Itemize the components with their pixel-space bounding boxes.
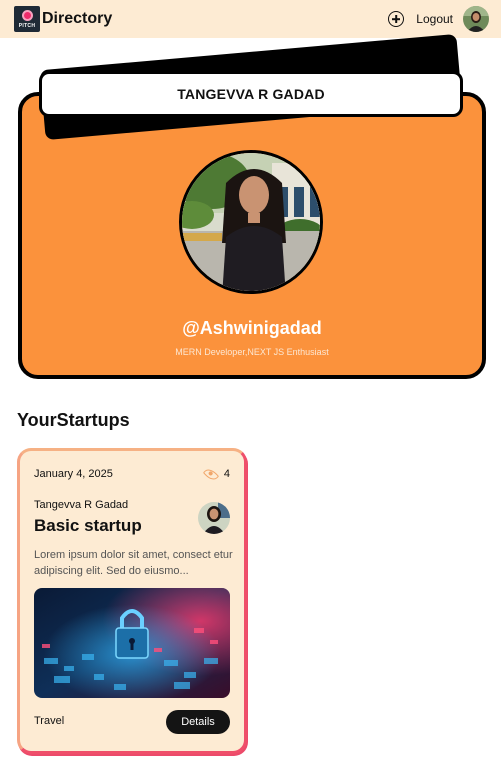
author-avatar[interactable] [198,502,230,534]
logo-text: PITCH [18,22,36,29]
profile-name: TANGEVVA R GADAD [177,86,325,102]
avatar-image [463,6,489,32]
profile-photo-image [182,153,320,291]
logout-button[interactable]: Logout [416,12,453,26]
author-avatar-image [198,502,230,534]
view-count: 4 [202,465,230,483]
section-title: YourStartups [17,410,130,430]
brand-title[interactable]: Directory [42,10,112,28]
profile-username: @Ashwinigadad [182,318,322,338]
details-button[interactable]: Details [166,710,230,734]
plus-circle-icon[interactable] [388,11,405,27]
nav-actions: Logout [388,6,489,32]
navbar: PITCH Directory Logout [0,0,501,38]
startup-description: Lorem ipsum dolor sit amet, consect etur… [34,549,233,577]
startup-title[interactable]: Basic startup [34,516,142,536]
cyber-lock-image [34,588,230,698]
startup-author[interactable]: Tangevva R Gadad [34,499,128,511]
profile-photo [179,150,323,294]
profile-bio: MERN Developer,NEXT JS Enthusiast [175,347,329,357]
startup-category[interactable]: Travel [34,715,64,727]
view-count-value: 4 [223,468,230,480]
startup-card[interactable]: January 4, 2025 4 Tangevva R Gadad Basic… [17,448,247,754]
startup-date: January 4, 2025 [34,468,113,480]
avatar[interactable] [463,6,489,32]
eye-icon [202,465,220,483]
logo[interactable]: PITCH [14,6,40,32]
logo-mark-icon [21,9,33,21]
name-banner: TANGEVVA R GADAD [39,71,463,117]
startup-image[interactable] [34,588,230,698]
